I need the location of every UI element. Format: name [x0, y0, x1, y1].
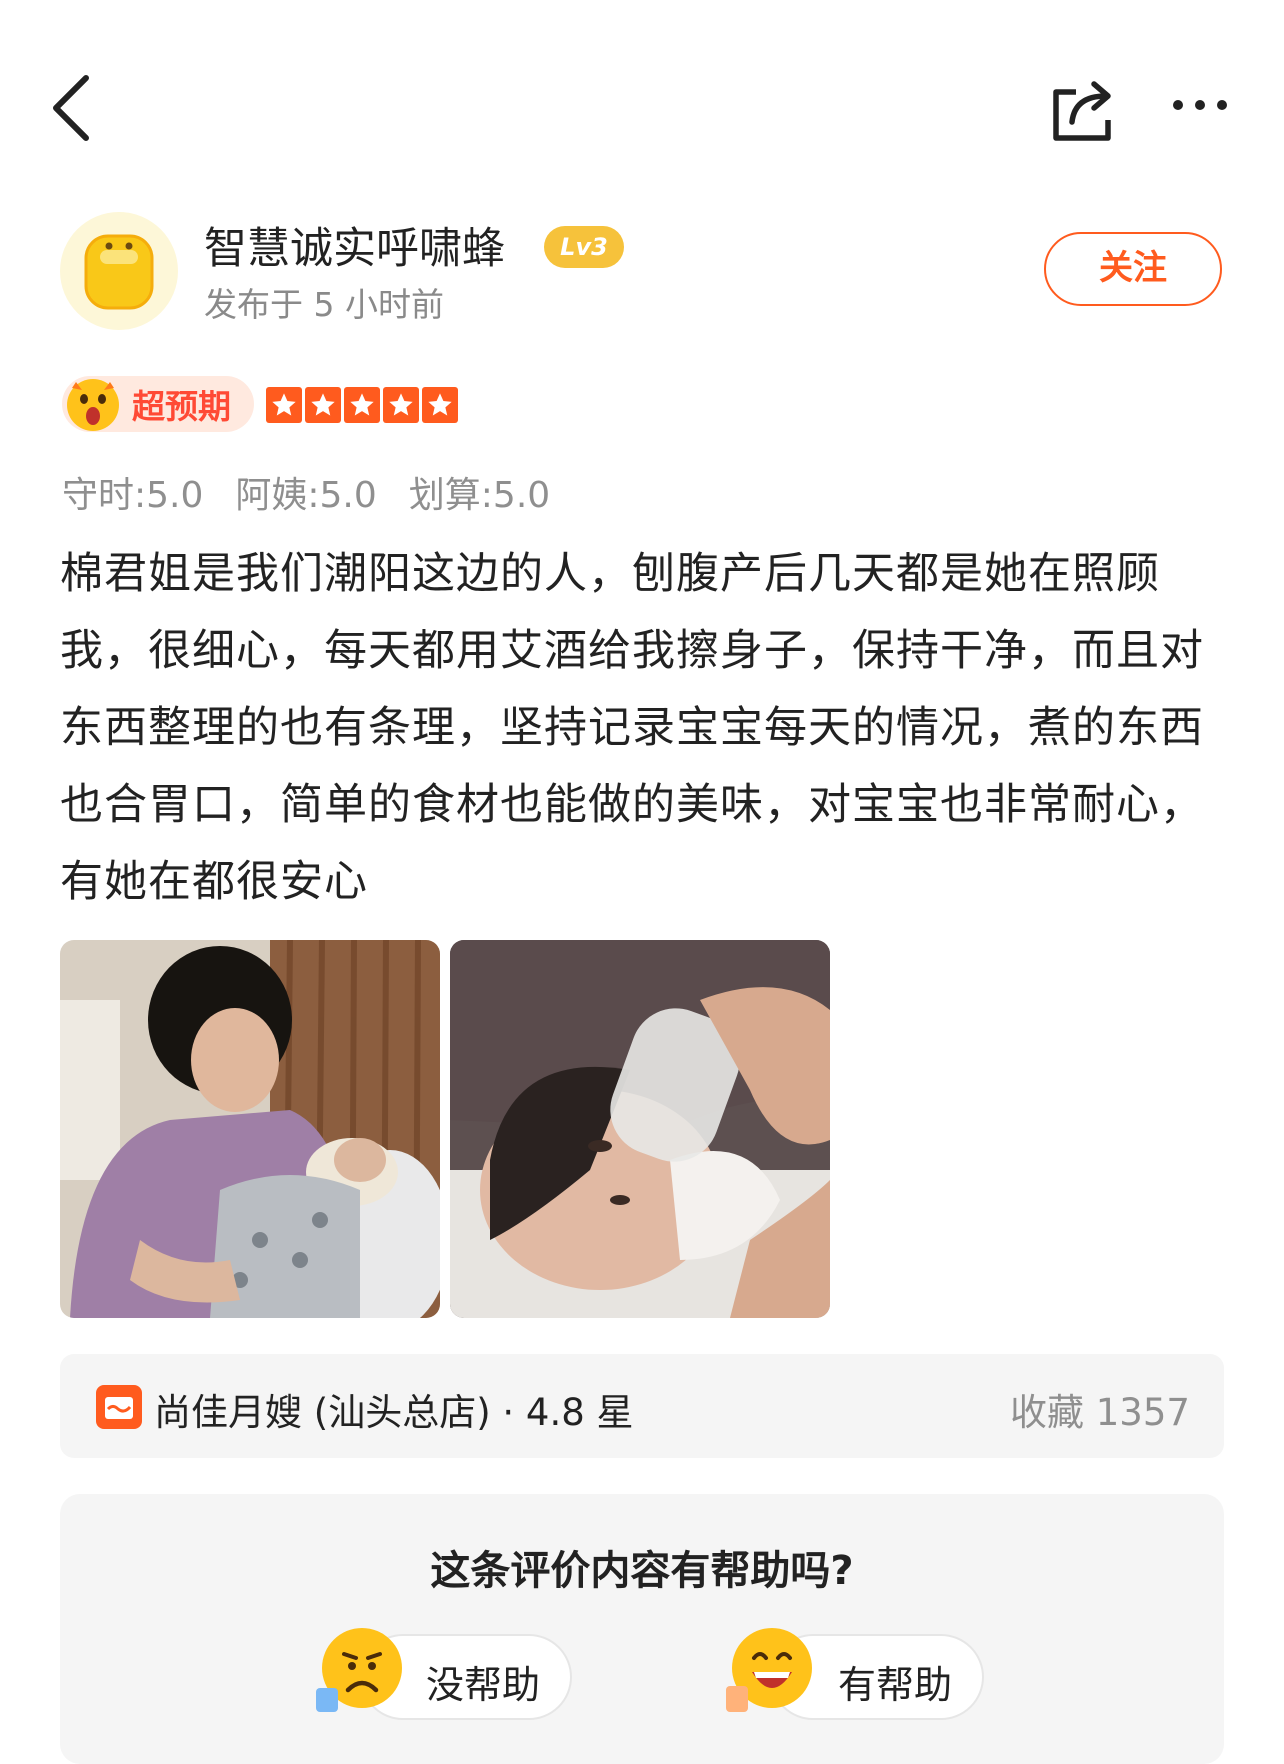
frowning-face-icon: [314, 1624, 406, 1720]
star-icon: [266, 387, 302, 423]
rating-label: 超预期: [132, 387, 231, 426]
helpful-card: [60, 1494, 1224, 1764]
chevron-left-icon: [53, 75, 89, 141]
helpful-question: 这条评价内容有帮助吗?: [430, 1548, 854, 1594]
shop-favorites-count: 收藏 1357: [1010, 1391, 1190, 1434]
review-text: 棉君姐是我们潮阳这边的人，刨腹产后几天都是她在照顾我，很细心，每天都用艾酒给我擦…: [60, 549, 1204, 907]
follow-button[interactable]: 关注: [1044, 232, 1222, 306]
shop-icon: [96, 1385, 142, 1429]
star-rating: [266, 387, 458, 423]
shop-name[interactable]: 尚佳月嫂 (汕头总店) · 4.8 星: [154, 1382, 634, 1436]
sub-scores: 守时:5.0 阿姨:5.0 划算:5.0: [62, 466, 550, 518]
sub-score-nanny: 阿姨:5.0: [235, 475, 377, 516]
star-icon: [422, 387, 458, 423]
review-photo-1[interactable]: [60, 940, 440, 1318]
grinning-face-icon: [724, 1624, 816, 1720]
author-name[interactable]: 智慧诚实呼啸蜂: [204, 214, 505, 276]
surprised-face-icon: [62, 372, 124, 434]
sub-score-value: 划算:5.0: [408, 475, 551, 516]
share-button[interactable]: [1050, 78, 1120, 148]
helpful-label: 有帮助: [838, 1663, 953, 1707]
star-icon: [305, 387, 341, 423]
more-button[interactable]: [1170, 95, 1240, 125]
not-helpful-label: 没帮助: [426, 1663, 541, 1707]
star-icon: [383, 387, 419, 423]
back-button[interactable]: [48, 72, 108, 152]
level-badge: Lv3: [544, 226, 624, 268]
posted-time: 发布于 5 小时前: [204, 285, 444, 324]
review-photo-2[interactable]: [450, 940, 830, 1318]
share-icon: [1053, 81, 1111, 141]
sub-score-punctuality: 守时:5.0: [62, 475, 204, 516]
more-icon: [1173, 100, 1227, 110]
avatar[interactable]: [60, 212, 178, 330]
star-icon: [344, 387, 380, 423]
